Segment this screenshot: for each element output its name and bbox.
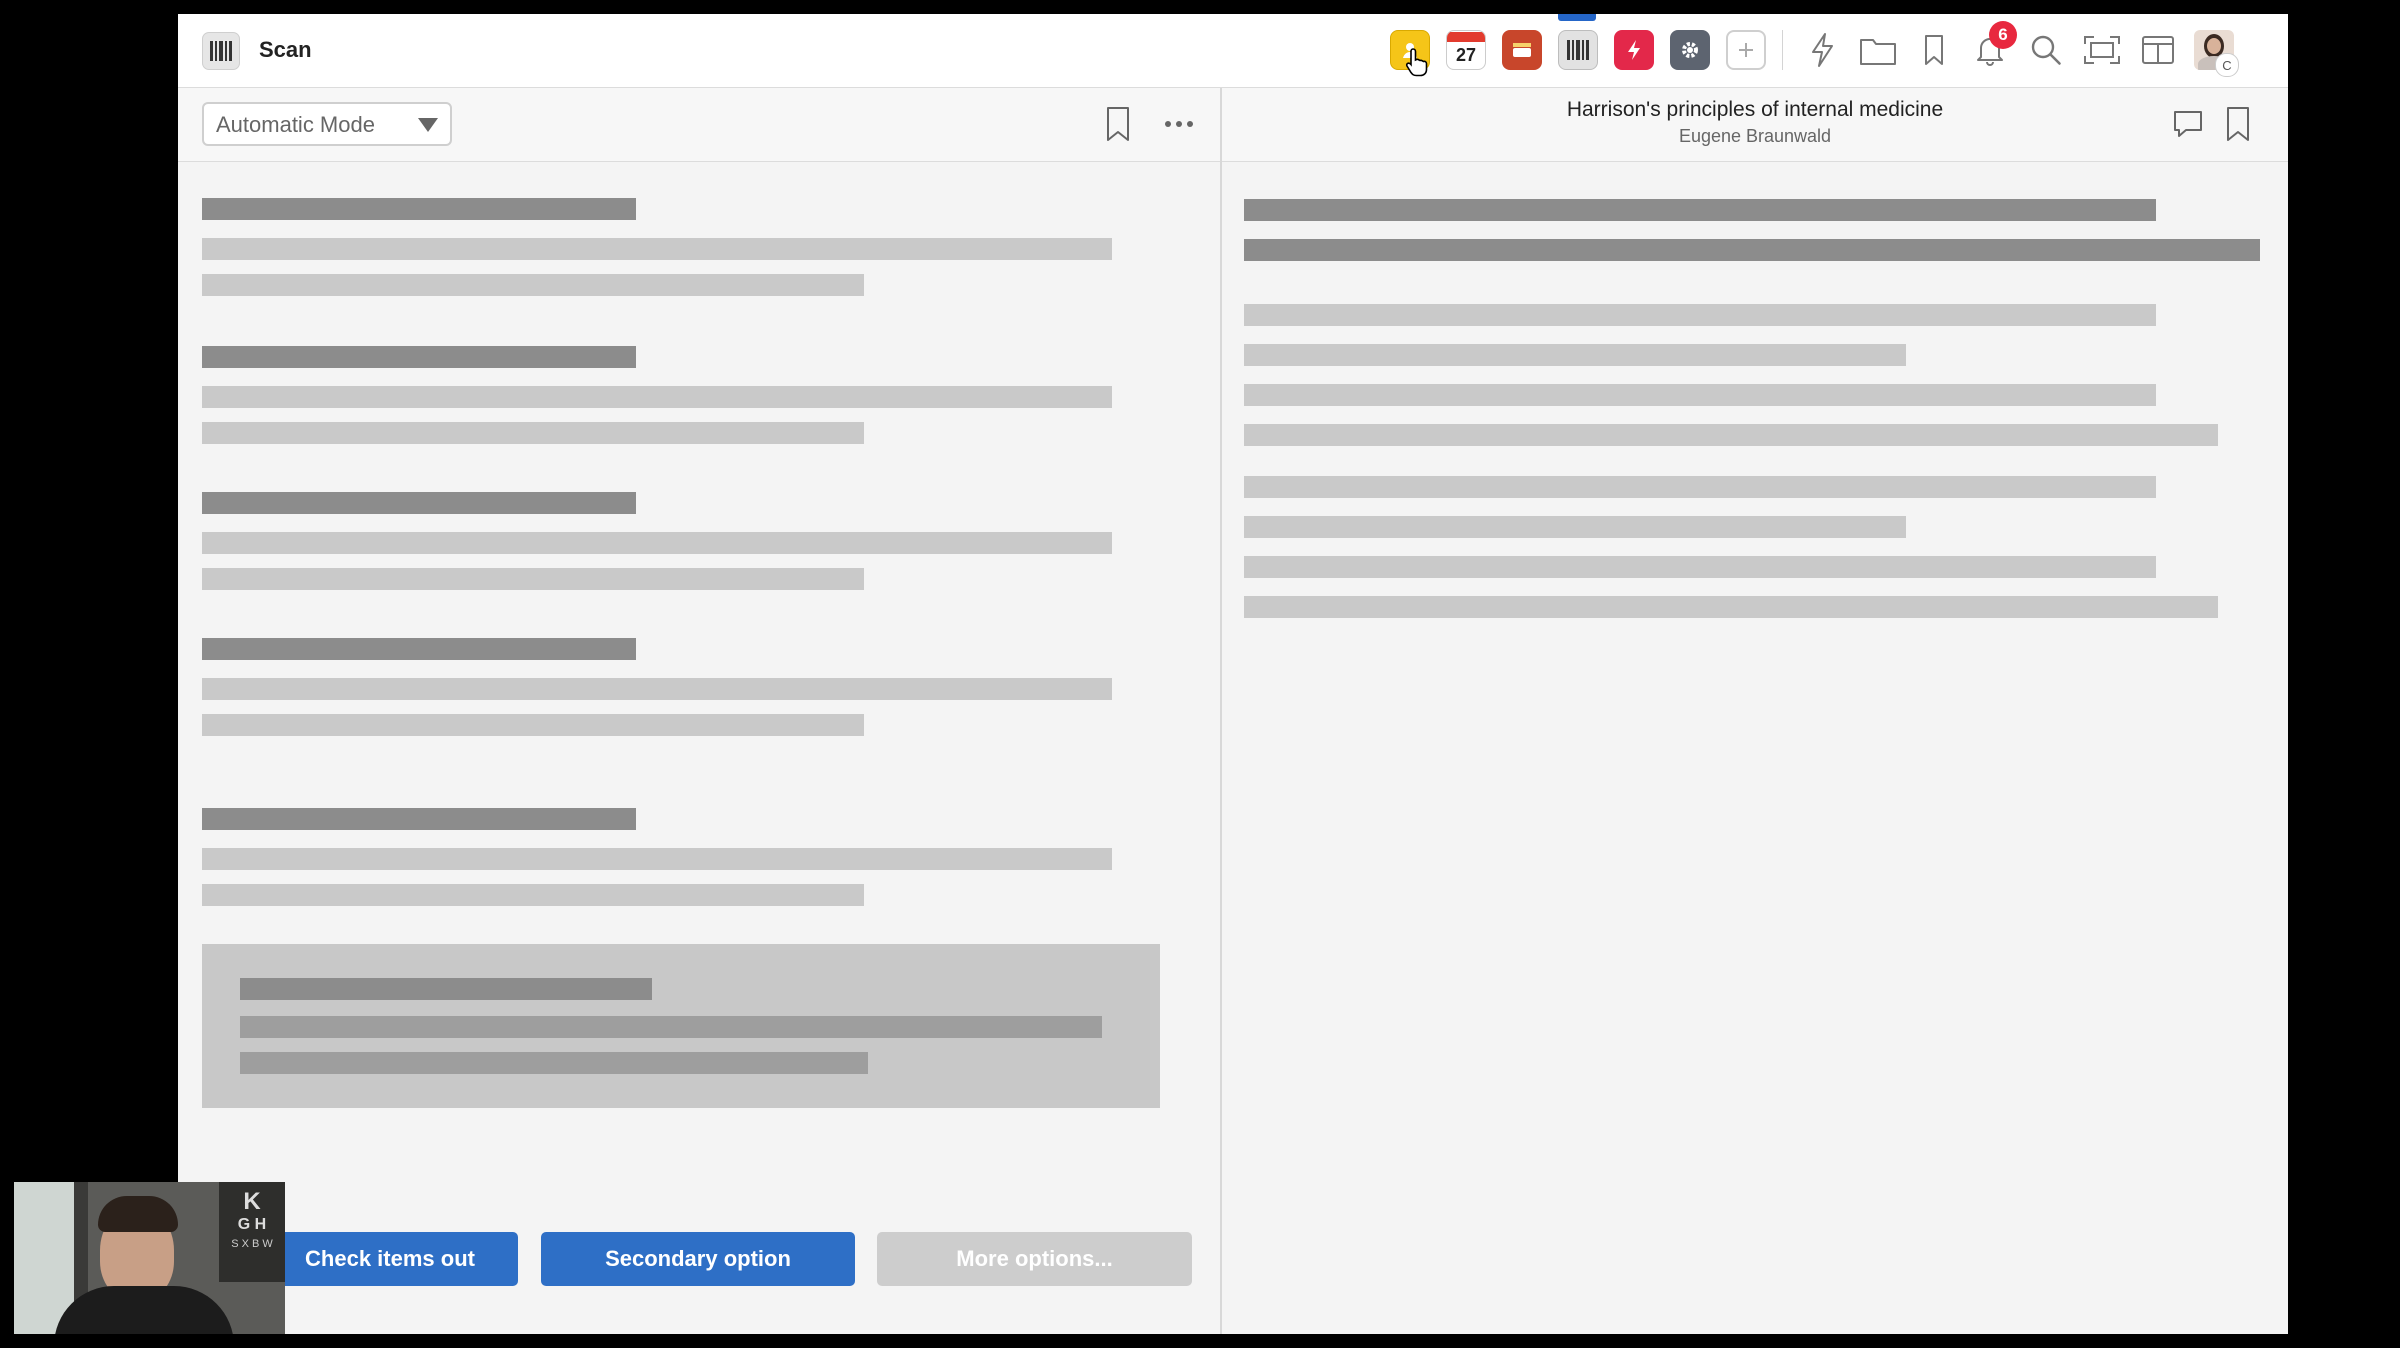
app-switcher: 27 6 C xyxy=(1390,21,2239,77)
skeleton-line xyxy=(1244,384,2156,406)
calendar-day: 27 xyxy=(1455,45,1477,65)
skeleton-line xyxy=(202,422,864,444)
caret-down-icon xyxy=(418,118,438,132)
user-avatar-button[interactable]: C xyxy=(2193,29,2239,77)
layout-icon xyxy=(2142,36,2174,64)
eye-chart: K G H S X B W xyxy=(219,1182,285,1282)
skeleton-line xyxy=(202,238,1112,260)
bookmark-icon xyxy=(2227,107,2249,141)
skeleton-heading xyxy=(1244,199,2156,221)
skeleton-line xyxy=(202,884,864,906)
skeleton-line xyxy=(1244,304,2156,326)
skeleton-line xyxy=(202,532,1112,554)
app-window: Scan 27 6 C Automatic Mode Harrison's pr… xyxy=(178,14,2288,1334)
document-bookmark-button[interactable] xyxy=(2224,106,2252,147)
bookmark-button[interactable] xyxy=(1104,106,1132,147)
inbox-app-tile[interactable] xyxy=(1502,30,1542,70)
settings-app-tile[interactable] xyxy=(1670,30,1710,70)
skeleton-heading xyxy=(202,198,636,220)
notification-badge: 6 xyxy=(1989,21,2017,49)
scan-app-icon[interactable] xyxy=(202,32,240,70)
contacts-app-tile[interactable] xyxy=(1390,30,1430,77)
files-button[interactable] xyxy=(1857,29,1899,71)
ellipsis-icon xyxy=(1165,121,1193,127)
mode-select-value: Automatic Mode xyxy=(216,112,375,137)
document-title: Harrison's principles of internal medici… xyxy=(1566,98,1944,121)
bolt-icon xyxy=(1628,40,1640,60)
bookmarks-button[interactable] xyxy=(1913,29,1955,71)
skeleton-line xyxy=(202,274,864,296)
skeleton-line xyxy=(202,386,1112,408)
skeleton-heading xyxy=(240,978,652,1000)
skeleton-callout xyxy=(202,944,1160,1108)
skeleton-line xyxy=(1244,424,2218,446)
app-title: Scan xyxy=(259,37,312,62)
barcode-icon xyxy=(1567,40,1589,60)
search-icon xyxy=(2031,35,2061,65)
hand-cursor-icon xyxy=(1405,48,1428,77)
left-pane-toolbar: Automatic Mode xyxy=(178,88,1220,162)
gear-icon xyxy=(1682,42,1698,58)
bookmark-icon xyxy=(1925,35,1943,65)
skeleton-heading xyxy=(202,638,636,660)
skeleton-line xyxy=(240,1052,868,1074)
folder-icon xyxy=(1860,39,1896,65)
fullscreen-icon xyxy=(2084,36,2120,64)
right-pane: Harrison's principles of internal medici… xyxy=(1222,88,2288,1334)
skeleton-heading xyxy=(202,492,636,514)
comment-icon xyxy=(2174,111,2202,137)
calendar-header xyxy=(1447,32,1485,42)
skeleton-line xyxy=(1244,344,1906,366)
skeleton-heading xyxy=(202,808,636,830)
more-menu-button[interactable] xyxy=(1164,116,1194,134)
layout-button[interactable] xyxy=(2137,29,2179,71)
inbox-icon xyxy=(1513,43,1531,57)
document-author: Eugene Braunwald xyxy=(1678,126,1832,146)
scan-app-tile[interactable] xyxy=(1558,30,1598,70)
quick-actions-button[interactable] xyxy=(1801,29,1843,71)
lightning-icon xyxy=(1812,33,1833,67)
skeleton-line xyxy=(1244,596,2218,618)
calendar-app-tile[interactable]: 27 xyxy=(1446,30,1486,70)
document-header: Harrison's principles of internal medici… xyxy=(1222,88,2288,162)
fullscreen-button[interactable] xyxy=(2081,29,2123,71)
secondary-option-button[interactable]: Secondary option xyxy=(541,1232,855,1286)
skeleton-line xyxy=(240,1016,1102,1038)
skeleton-line xyxy=(202,848,1112,870)
skeleton-heading xyxy=(202,346,636,368)
toolbar-divider xyxy=(1782,30,1783,70)
skeleton-line xyxy=(1244,556,2156,578)
top-bar: Scan 27 6 C xyxy=(178,14,2288,88)
add-app-tile[interactable] xyxy=(1726,30,1766,70)
left-pane: Automatic Mode xyxy=(178,88,1222,1334)
skeleton-line xyxy=(202,714,864,736)
skeleton-line xyxy=(202,678,1112,700)
webcam-overlay: K G H S X B W xyxy=(14,1182,285,1334)
barcode-icon xyxy=(210,41,232,61)
skeleton-heading xyxy=(1244,239,2260,261)
bookmark-icon xyxy=(1107,107,1129,141)
more-options-button[interactable]: More options... xyxy=(877,1232,1192,1286)
plus-icon xyxy=(1739,43,1753,57)
search-button[interactable] xyxy=(2025,29,2067,71)
avatar-initial-badge: C xyxy=(2215,53,2239,77)
mode-select[interactable]: Automatic Mode xyxy=(202,102,452,146)
skeleton-line xyxy=(1244,516,1906,538)
check-items-out-button[interactable]: Check items out xyxy=(262,1232,518,1286)
flash-app-tile[interactable] xyxy=(1614,30,1654,70)
comment-button[interactable] xyxy=(2172,108,2204,145)
active-app-indicator xyxy=(1558,14,1596,21)
notifications-button[interactable]: 6 xyxy=(1969,21,2017,71)
skeleton-line xyxy=(202,568,864,590)
person-hair xyxy=(98,1196,178,1232)
skeleton-line xyxy=(1244,476,2156,498)
